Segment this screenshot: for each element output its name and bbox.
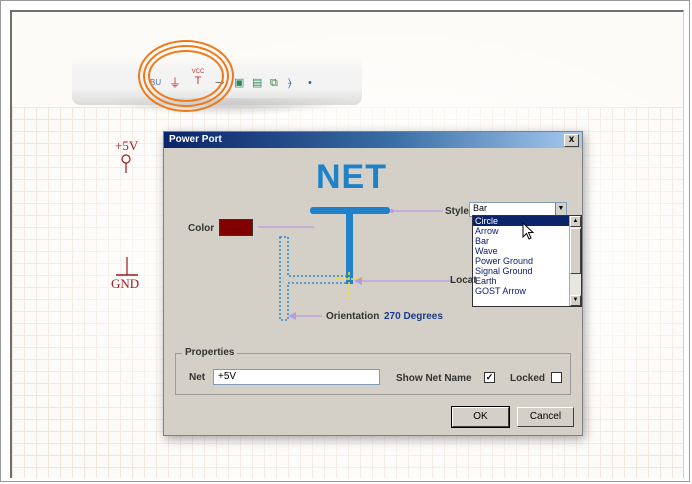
mouse-cursor-icon xyxy=(522,222,535,240)
style-option-arrow[interactable]: Arrow xyxy=(473,226,569,236)
style-label: Style xyxy=(445,206,469,217)
style-option-gost-arrow[interactable]: GOST Arrow xyxy=(473,286,569,296)
no-erc-icon[interactable]: • xyxy=(308,77,312,89)
locked-checkbox[interactable] xyxy=(551,372,562,383)
sheet-entry-icon[interactable]: ▣ xyxy=(234,77,244,89)
check-icon: ✓ xyxy=(485,372,494,382)
scrollbar-thumb[interactable] xyxy=(570,228,581,274)
cancel-button[interactable]: Cancel xyxy=(517,407,574,427)
show-net-name-checkbox[interactable]: ✓ xyxy=(484,372,495,383)
orientation-label: Orientation xyxy=(326,311,380,322)
style-option-power-ground[interactable]: Power Ground xyxy=(473,256,569,266)
power-port-dialog: Power Port x NET Color Style Bar ▼ Circl… xyxy=(163,131,583,436)
scroll-up-icon[interactable]: ▲ xyxy=(570,216,581,227)
style-option-circle[interactable]: Circle xyxy=(473,216,569,226)
color-swatch[interactable] xyxy=(219,219,253,236)
net-name-input[interactable]: +5V xyxy=(213,369,380,385)
show-net-name-label: Show Net Name xyxy=(396,373,472,384)
gnd-net-label: GND xyxy=(111,276,140,291)
dropdown-scrollbar[interactable]: ▲ ▼ xyxy=(569,216,581,306)
style-option-earth[interactable]: Earth xyxy=(473,276,569,286)
scroll-down-icon[interactable]: ▼ xyxy=(570,295,581,306)
locked-label: Locked xyxy=(510,373,546,384)
signal-harness-icon[interactable]: ⦒ xyxy=(288,77,292,89)
orientation-value[interactable]: 270 Degrees xyxy=(384,311,443,322)
style-guide-dot xyxy=(390,209,394,213)
orientation-guide-arrow xyxy=(288,312,296,320)
location-label: Locat xyxy=(450,275,477,286)
style-selected-value: Bar xyxy=(473,203,488,213)
highlight-ring-inner xyxy=(148,50,224,102)
style-options: Circle Arrow Bar Wave Power Ground Signa… xyxy=(473,216,569,296)
style-option-bar[interactable]: Bar xyxy=(473,236,569,246)
style-option-wave[interactable]: Wave xyxy=(473,246,569,256)
circle-power-symbol[interactable] xyxy=(115,152,145,180)
ok-button[interactable]: OK xyxy=(451,406,510,428)
properties-label: Properties xyxy=(182,347,238,358)
style-option-signal-ground[interactable]: Signal Ground xyxy=(473,266,569,276)
sheet-symbol-icon[interactable]: ▤ xyxy=(252,77,262,89)
location-guide-arrow xyxy=(354,277,362,285)
rotated-symbol-outline xyxy=(279,236,351,321)
color-label: Color xyxy=(188,223,215,234)
net-label: Net xyxy=(189,372,206,383)
harness-icon[interactable]: ⧉ xyxy=(270,77,278,89)
